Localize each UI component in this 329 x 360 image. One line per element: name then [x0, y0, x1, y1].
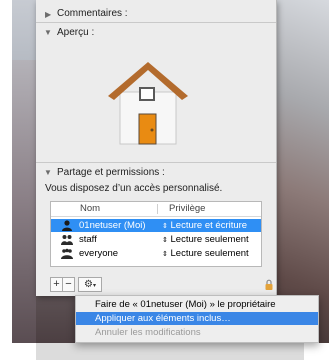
privilege-select[interactable]: ⇕ Lecture et écriture [162, 219, 247, 233]
row-privilege: Lecture et écriture [170, 220, 248, 231]
divider [36, 22, 276, 23]
menu-item-make-owner[interactable]: Faire de « 01netuser (Moi) » le propriét… [76, 298, 318, 311]
backdrop-shadow [36, 340, 304, 360]
column-separator [157, 204, 158, 214]
menu-item-label: Annuler les modifications [95, 327, 201, 338]
header-divider [51, 216, 261, 217]
sharing-section-label[interactable]: Partage et permissions : [57, 167, 165, 178]
table-row[interactable]: everyone ⇕ Lecture seulement [51, 247, 261, 260]
user-icon [62, 220, 72, 231]
table-row[interactable]: 01netuser (Moi) ⇕ Lecture et écriture [51, 219, 261, 232]
menu-item-revert-changes: Annuler les modifications [76, 326, 318, 339]
disclosure-triangle-collapsed-icon[interactable]: ▶ [45, 10, 51, 19]
privilege-select[interactable]: ⇕ Lecture seulement [162, 233, 249, 247]
action-menu-button[interactable]: ⚙▾ [78, 277, 102, 292]
remove-user-button[interactable]: − [62, 277, 75, 292]
access-note: Vous disposez d’un accès personnalisé. [45, 183, 223, 194]
row-name: 01netuser (Moi) [79, 220, 146, 231]
group-icon [61, 248, 73, 259]
wallpaper-mountain-left [12, 60, 36, 343]
row-privilege: Lecture seulement [170, 234, 249, 245]
info-window: ▶ Commentaires : ▼ Aperçu : ▼ Partage et… [36, 0, 277, 296]
disclosure-triangle-expanded-icon[interactable]: ▼ [44, 28, 52, 37]
comments-section-label[interactable]: Commentaires : [57, 8, 128, 19]
desktop-wallpaper: ▶ Commentaires : ▼ Aperçu : ▼ Partage et… [12, 0, 329, 343]
row-name: staff [79, 234, 97, 245]
disclosure-triangle-expanded-icon[interactable]: ▼ [44, 168, 52, 177]
gear-icon: ⚙ [84, 279, 93, 290]
menu-item-apply-to-enclosed[interactable]: Appliquer aux éléments inclus… [76, 312, 318, 325]
stepper-arrows-icon: ⇕ [162, 251, 168, 258]
row-privilege: Lecture seulement [170, 248, 249, 259]
divider [36, 162, 276, 163]
privilege-select[interactable]: ⇕ Lecture seulement [162, 247, 249, 261]
preview-section-label[interactable]: Aperçu : [57, 27, 94, 38]
menu-item-label: Appliquer aux éléments inclus… [95, 313, 231, 324]
lock-icon[interactable] [265, 279, 273, 290]
chevron-down-icon: ▾ [92, 283, 96, 289]
action-popup-menu: Faire de « 01netuser (Moi) » le propriét… [75, 295, 319, 343]
column-header-privilege[interactable]: Privilège [169, 202, 205, 216]
table-row[interactable]: staff ⇕ Lecture seulement [51, 233, 261, 246]
group-icon [61, 235, 73, 245]
stepper-arrows-icon: ⇕ [162, 223, 168, 230]
row-name: everyone [79, 248, 119, 259]
menu-item-label: Faire de « 01netuser (Moi) » le propriét… [95, 299, 276, 310]
stepper-arrows-icon: ⇕ [162, 237, 168, 244]
column-header-name[interactable]: Nom [80, 202, 100, 216]
house-icon [108, 62, 188, 145]
permissions-table: Nom Privilège 01netuser (Moi) ⇕ Lecture … [50, 201, 262, 267]
